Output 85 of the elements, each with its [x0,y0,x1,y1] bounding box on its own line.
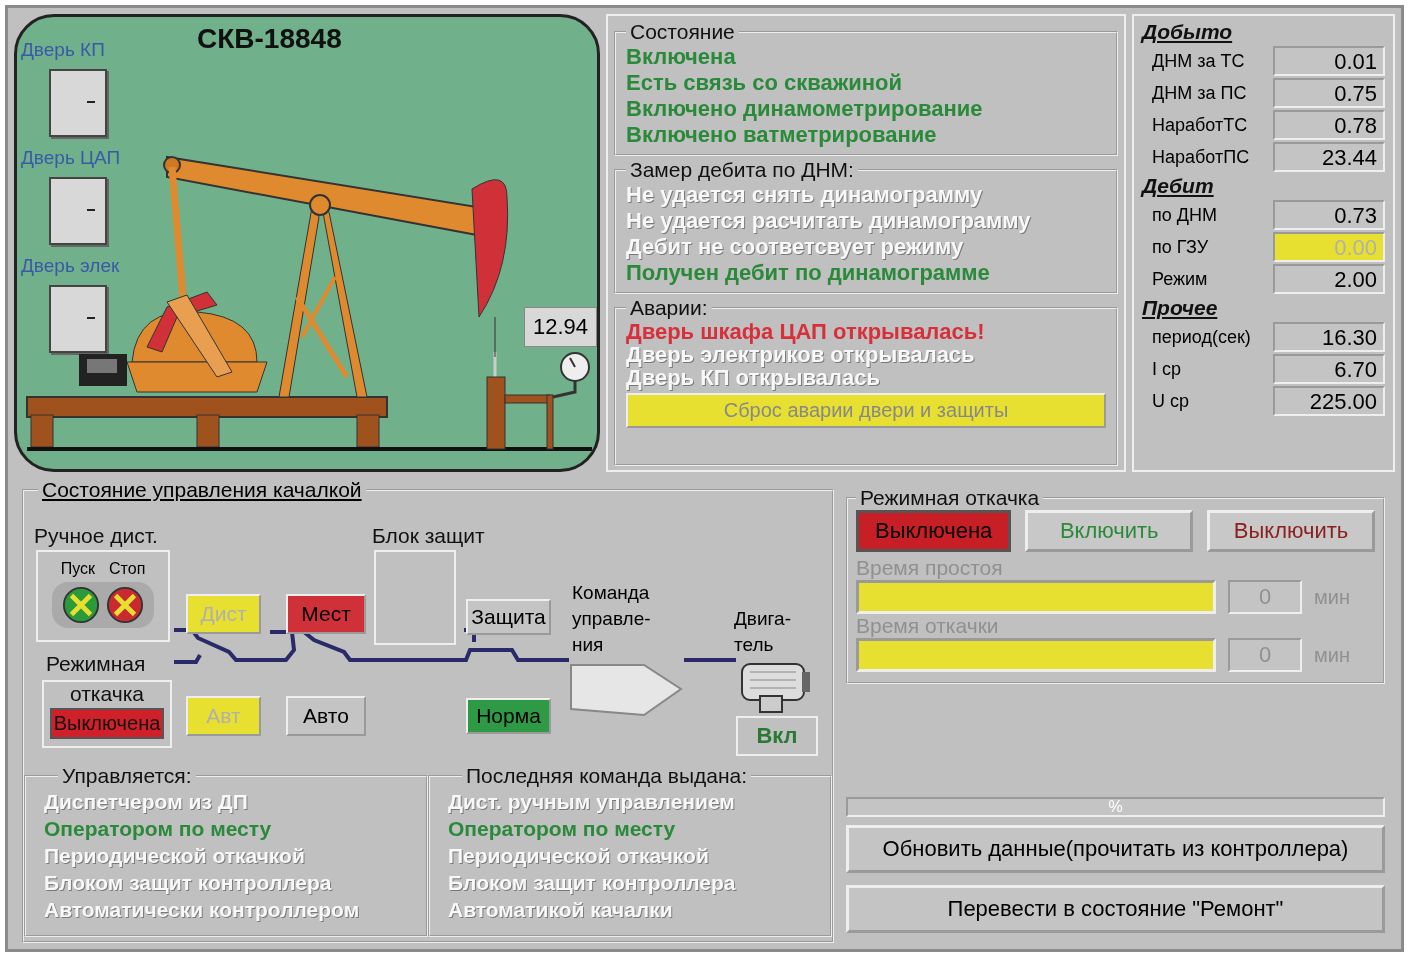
mode-message: Блоком защит контроллера [448,870,737,896]
mode-message: Оператором по месту [448,816,677,842]
stat-label: U ср [1151,390,1189,412]
status-message: Не удается снять динамограмму [626,182,984,208]
alarm-message: Дверь электриков открывалась [626,343,975,366]
group-title: Аварии: [629,296,709,320]
section-title: Дебит [1142,174,1215,198]
group-title: Состояние управления качалкой [41,478,363,502]
stat-label: НаработТС [1151,114,1248,136]
action-button[interactable]: Перевести в состояние "Ремонт" [846,885,1385,933]
well-title: СКВ-18848 [197,23,342,55]
group-title: Режимная откачка [859,486,1041,510]
motor-status: Вкл [736,716,818,756]
status-message: Включено динамометрирование [626,96,984,122]
door-label: Дверь КП [21,39,105,61]
section-label: Ручное дист. [34,524,158,548]
reset-alarm-button[interactable]: Сброс аварии двери и защиты [626,393,1106,428]
mode-message: Периодической откачкой [44,843,306,869]
section-label: Блок защит [372,524,485,548]
alarm-message: Дверь КП открывалась [626,366,880,389]
section-label: Режимная [46,652,146,676]
stat-label: I ср [1151,358,1181,380]
door-icon [49,69,107,137]
mode-message: Автоматически контроллером [44,897,361,923]
door-label: Дверь элек [21,255,120,277]
status-message: Включено ватметрирование [626,122,938,148]
start-label: Пуск [60,560,96,578]
stat-value: 23.44 [1273,142,1385,172]
status-message: Не удается расчитать динамограмму [626,208,1032,234]
disable-button[interactable]: Выключить [1207,510,1375,552]
switch-indicator: Дист [186,594,261,634]
mode-message: Дист. ручным управлением [448,789,736,815]
section-label: откачка [70,682,144,706]
motor-icon [738,660,813,715]
group-title: Замер дебита по ДНМ: [629,158,855,182]
stat-value: 0.75 [1273,78,1385,108]
door-icon [49,285,107,353]
status-indicator: Выключена [49,708,165,739]
switch-indicator: Защита [466,599,551,635]
alarm-message: Дверь шкафа ЦАП открывалась! [626,320,986,343]
status-message: Есть связь со скважиной [626,70,904,96]
stat-value: 6.70 [1273,354,1385,384]
mode-message: Периодической откачкой [448,843,710,869]
mode-message: Блоком защит контроллера [44,870,333,896]
switch-indicator: Авт [186,696,261,736]
section-title: Прочее [1142,296,1219,320]
stop-label: Стоп [109,560,146,578]
stat-label: период(сек) [1151,326,1251,348]
door-label: Дверь ЦАП [21,147,121,169]
command-label: Команда управле- ния [572,581,651,657]
stat-label: Режим [1151,268,1208,290]
mode-message: Автоматикой качалки [448,897,674,923]
stat-value: 0.01 [1273,46,1385,76]
stat-label: НаработПС [1151,146,1250,168]
motor-label: Двига- тель [734,607,791,657]
progress-label: % [1108,798,1123,816]
enable-button[interactable]: Включить [1025,510,1194,552]
status-message: Включена [626,44,737,70]
status-indicator: Выключена [856,510,1012,552]
group-title: Состояние [629,20,736,44]
door-icon [49,177,107,245]
action-button[interactable]: Обновить данные(прочитать из контроллера) [846,825,1385,873]
stat-label: по ДНМ [1151,204,1217,226]
reading-value: 12.94 [523,307,597,347]
status-message: Дебит не соответсвует режиму [626,234,965,260]
switch-indicator: Авто [286,696,366,736]
start-lamp-icon[interactable] [62,586,100,624]
stat-label: ДНМ за ПС [1151,82,1247,104]
group-title: Управляется: [61,764,193,788]
mode-message: Диспетчером из ДП [44,789,249,815]
switch-indicator: Норма [466,698,551,734]
group-title: Последняя команда выдана: [465,764,749,788]
mode-message: Оператором по месту [44,816,273,842]
status-message: Получен дебит по динамограмме [626,260,991,286]
stat-value: 0.73 [1273,200,1385,230]
stat-value: 16.30 [1273,322,1385,352]
section-title: Добыто [1142,20,1234,44]
switch-indicator: Мест [286,594,366,634]
stat-value: 0.78 [1273,110,1385,140]
stat-value: 225.00 [1273,386,1385,416]
stop-lamp-icon[interactable] [106,586,144,624]
stat-value: 2.00 [1273,264,1385,294]
stat-label: по ГЗУ [1151,236,1209,258]
stat-value: 0.00 [1273,232,1385,262]
stat-label: ДНМ за ТС [1151,50,1245,72]
